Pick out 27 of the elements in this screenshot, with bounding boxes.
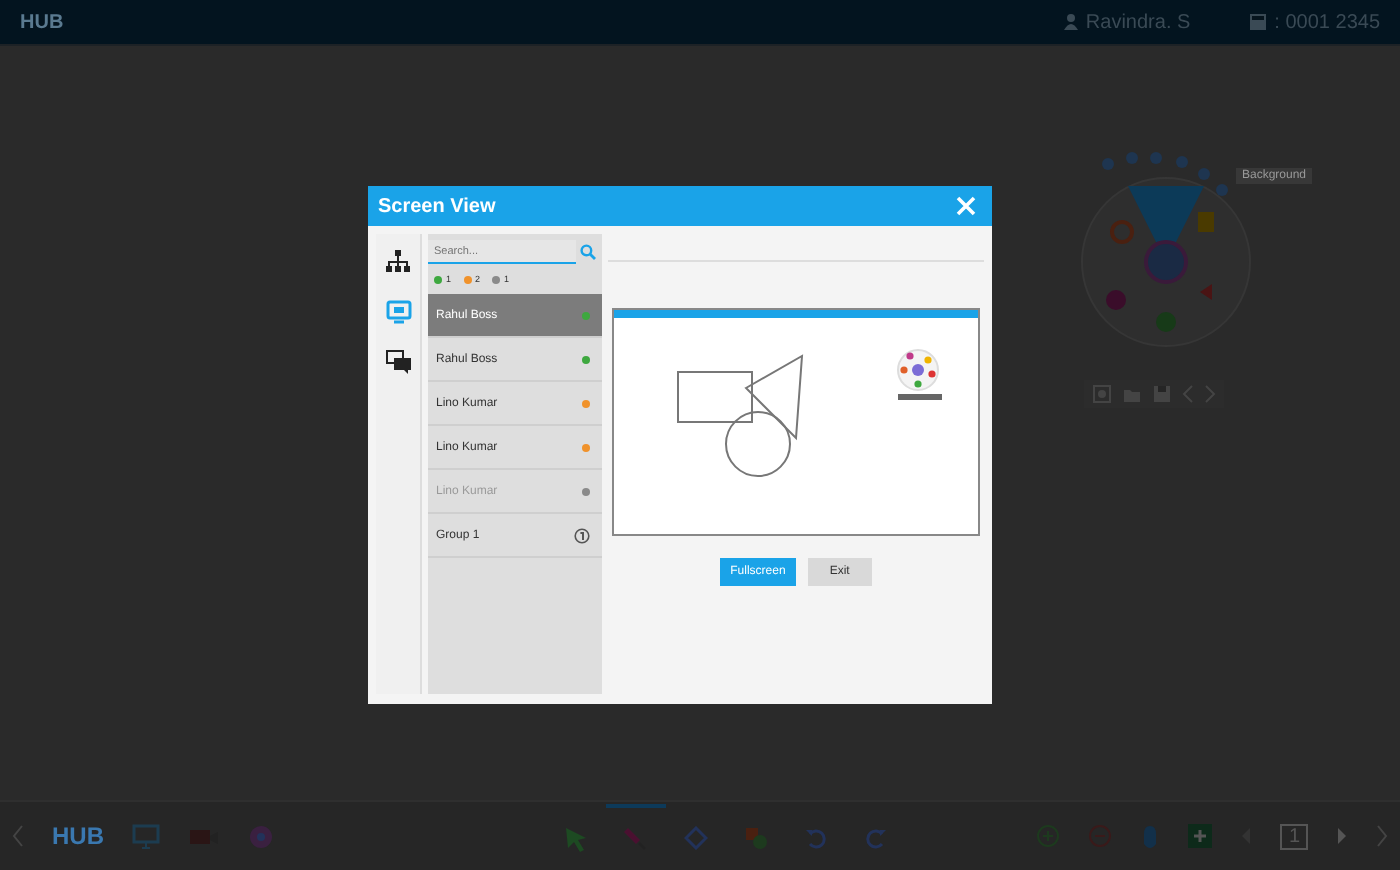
user-icon [1063,14,1078,30]
monitor-icon [385,300,411,324]
chevron-right-icon[interactable] [1204,384,1216,404]
chevron-left-icon[interactable] [12,824,24,848]
chat-icon [385,350,411,374]
dialog-title: Screen View [378,195,496,217]
shapes-icon [743,826,768,850]
search-icon [580,244,596,260]
org-chart-icon [386,250,410,274]
folder-icon[interactable] [1122,384,1142,404]
close-icon[interactable] [956,196,976,216]
screenshot-icon[interactable] [1092,384,1112,404]
chat-tab[interactable] [385,350,411,374]
redo-icon [863,826,888,850]
add-page-icon[interactable] [1188,824,1213,848]
next-page-icon[interactable] [1336,826,1348,846]
chevron-left-icon[interactable] [1182,384,1194,404]
eraser-icon [683,826,708,850]
groups-tab[interactable] [386,250,410,274]
chevron-right-icon[interactable] [1376,824,1388,848]
save-icon[interactable] [1152,384,1172,404]
cursor-icon [563,825,588,851]
logo: HUB [20,11,64,33]
monitor-icon[interactable] [132,823,160,849]
calculator-icon [1250,14,1267,30]
undo-icon [803,826,828,850]
screen-tab[interactable] [385,300,411,324]
